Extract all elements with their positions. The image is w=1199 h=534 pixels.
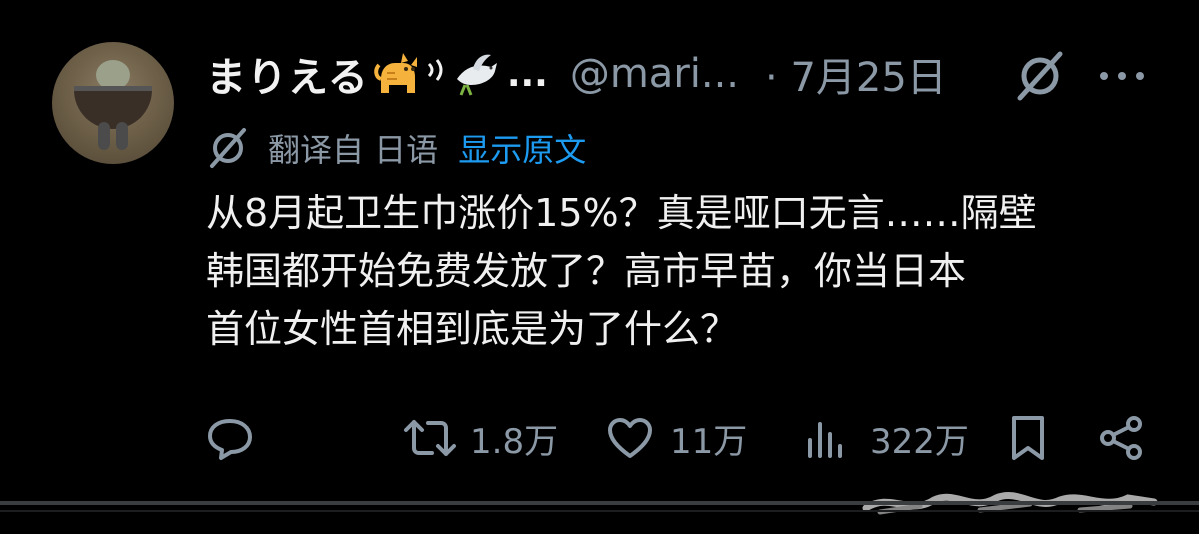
cat-emoji-icon bbox=[374, 53, 417, 93]
post-body: 从8月起卫生巾涨价15%？真是哑口无言……隔壁 韩国都开始免费发放了？高市早苗，… bbox=[206, 184, 1166, 358]
post-header: まりえる ... @mari... · 7月25日 bbox=[206, 44, 947, 104]
user-handle[interactable]: @mari... bbox=[570, 51, 739, 97]
like-count: 11万 bbox=[670, 421, 748, 462]
avatar[interactable] bbox=[52, 42, 174, 164]
share-icon bbox=[1100, 416, 1142, 460]
sound-waves-icon bbox=[427, 59, 443, 81]
translation-row: 翻译自 日语 显示原文 bbox=[206, 126, 586, 170]
avatar-figure-leg bbox=[98, 122, 110, 150]
reply-button[interactable] bbox=[205, 408, 255, 468]
post: まりえる ... @mari... · 7月25日 翻译自 日语 显示原文 从8… bbox=[0, 0, 1199, 534]
grok-icon bbox=[210, 128, 246, 168]
post-body-line: 首位女性首相到底是为了什么？ bbox=[206, 307, 739, 351]
views-icon bbox=[808, 422, 842, 458]
post-body-line: 从8月起卫生巾涨价15%？真是哑口无言……隔壁 bbox=[206, 191, 1037, 235]
like-button[interactable]: 11万 bbox=[606, 408, 747, 468]
display-name-ellipsis: ... bbox=[506, 53, 548, 95]
retweet-icon bbox=[404, 420, 456, 456]
views-count: 322万 bbox=[870, 421, 969, 462]
avatar-figure-bowl bbox=[74, 86, 152, 129]
action-bar: 1.8万 11万 322万 bbox=[0, 408, 1199, 468]
avatar-figure-leg bbox=[116, 122, 128, 150]
display-name[interactable]: まりえる bbox=[206, 45, 369, 103]
dove-emoji-icon bbox=[456, 54, 497, 96]
translated-from-label: 翻译自 日语 bbox=[268, 131, 439, 169]
more-icon[interactable] bbox=[1098, 64, 1146, 88]
divider bbox=[0, 501, 1199, 505]
reply-icon bbox=[208, 419, 252, 460]
divider bbox=[0, 510, 1199, 512]
bookmark-icon bbox=[1012, 416, 1044, 460]
post-body-line: 韩国都开始免费发放了？高市早苗，你当日本 bbox=[206, 249, 967, 293]
bookmark-button[interactable] bbox=[1008, 408, 1048, 468]
like-icon bbox=[608, 418, 652, 458]
grok-icon[interactable] bbox=[1012, 48, 1068, 104]
views-button[interactable]: 322万 bbox=[806, 408, 969, 468]
retweet-count: 1.8万 bbox=[470, 421, 559, 462]
share-button[interactable] bbox=[1096, 408, 1146, 468]
post-date[interactable]: · 7月25日 bbox=[765, 45, 947, 103]
show-original-link[interactable]: 显示原文 bbox=[458, 125, 586, 171]
retweet-button[interactable]: 1.8万 bbox=[402, 408, 558, 468]
